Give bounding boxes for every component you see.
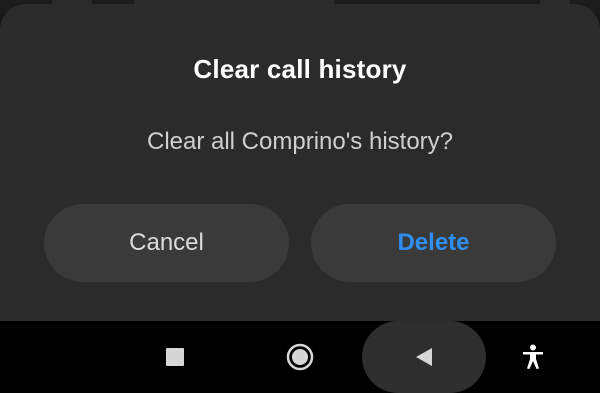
delete-button-label: Delete <box>397 229 470 256</box>
accessibility-button[interactable] <box>510 321 556 393</box>
delete-button[interactable]: Delete <box>311 204 556 282</box>
dialog-title: Clear call history <box>193 54 407 84</box>
navigation-bar <box>0 321 600 393</box>
accessibility-person-icon <box>523 344 543 369</box>
clear-history-dialog: Clear call history Clear all Comprino's … <box>0 4 600 321</box>
cancel-button[interactable]: Cancel <box>44 204 289 282</box>
triangle-back-icon <box>416 348 432 366</box>
recents-button[interactable] <box>150 321 200 393</box>
back-button[interactable] <box>362 321 486 393</box>
dialog-message: Clear all Comprino's history? <box>146 128 454 155</box>
cancel-button-label: Cancel <box>129 229 204 256</box>
square-recents-icon <box>166 348 184 366</box>
screen: Clear call history Clear all Comprino's … <box>0 0 600 393</box>
circle-home-icon <box>286 343 314 371</box>
home-button[interactable] <box>274 321 326 393</box>
